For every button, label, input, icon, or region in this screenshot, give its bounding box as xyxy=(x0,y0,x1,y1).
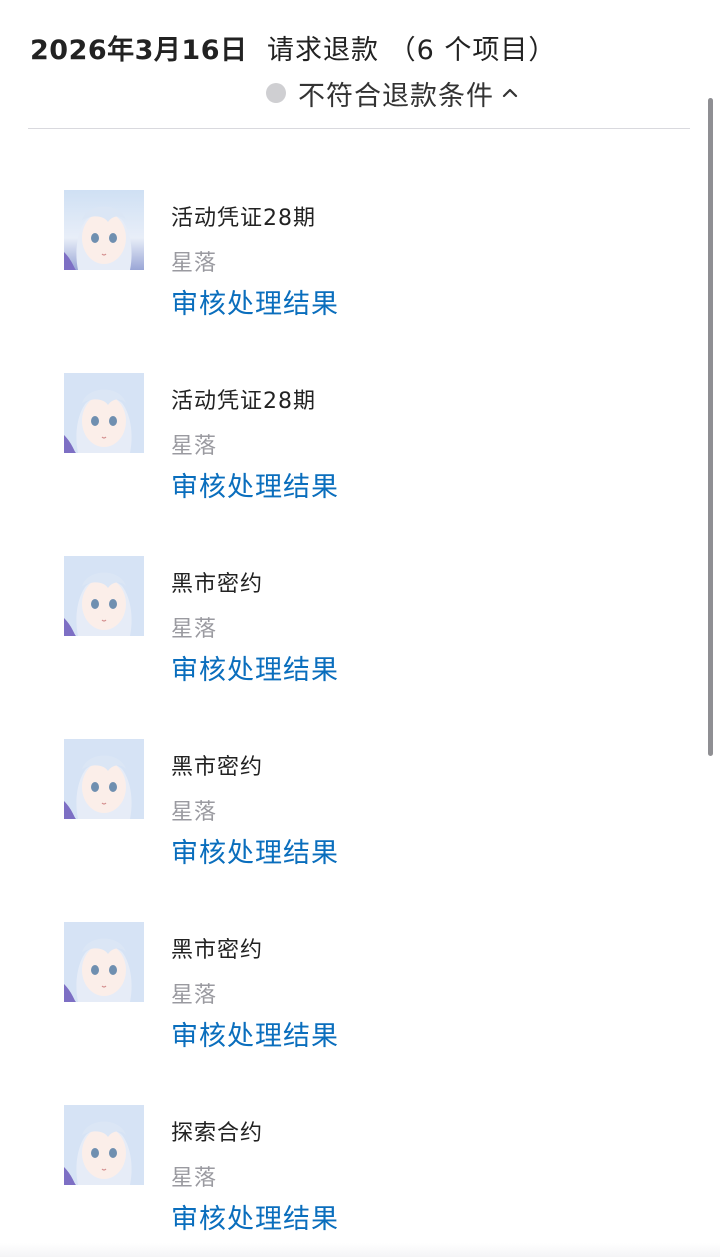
list-item: 活动凭证28期 星落 审核处理结果 xyxy=(0,130,700,320)
list-item: 探索合约 星落 审核处理结果 xyxy=(0,1045,700,1235)
anime-avatar-image xyxy=(64,739,144,819)
chevron-up-icon[interactable] xyxy=(502,85,518,101)
request-date: 2026年3月16日 xyxy=(30,35,248,66)
anime-avatar-image xyxy=(64,373,144,453)
item-developer: 星落 xyxy=(171,251,218,276)
list-item: 活动凭证28期 星落 审核处理结果 xyxy=(0,313,700,503)
item-name: 黑市密约 xyxy=(171,572,264,597)
item-developer: 星落 xyxy=(171,617,218,642)
list-item: 黑市密约 星落 审核处理结果 xyxy=(0,862,700,1052)
request-title: 请求退款 （6 个项目） xyxy=(267,35,557,66)
item-name: 黑市密约 xyxy=(171,755,264,780)
review-result-link[interactable]: 审核处理结果 xyxy=(171,1197,339,1236)
refund-request-header: 2026年3月16日 请求退款 （6 个项目） 不符合退款条件 xyxy=(0,0,720,130)
item-developer: 星落 xyxy=(171,800,218,825)
bottom-fade xyxy=(0,1243,720,1257)
anime-avatar-image xyxy=(64,556,144,636)
header-divider xyxy=(28,128,690,129)
item-developer: 星落 xyxy=(171,1166,218,1191)
anime-avatar-image xyxy=(64,1105,144,1185)
item-name: 活动凭证28期 xyxy=(171,389,316,414)
list-item: 黑市密约 星落 审核处理结果 xyxy=(0,679,700,869)
status-dot-icon xyxy=(266,83,286,103)
item-developer: 星落 xyxy=(171,434,218,459)
anime-avatar-image xyxy=(64,190,144,270)
refund-status-toggle[interactable]: 不符合退款条件 xyxy=(266,76,518,112)
item-developer: 星落 xyxy=(171,983,218,1008)
item-name: 活动凭证28期 xyxy=(171,206,316,231)
list-item: 黑市密约 星落 审核处理结果 xyxy=(0,496,700,686)
scrollbar[interactable] xyxy=(708,98,713,756)
item-name: 黑市密约 xyxy=(171,938,264,963)
item-name: 探索合约 xyxy=(171,1121,264,1146)
refund-status-text: 不符合退款条件 xyxy=(298,80,494,112)
anime-avatar-image xyxy=(64,922,144,1002)
